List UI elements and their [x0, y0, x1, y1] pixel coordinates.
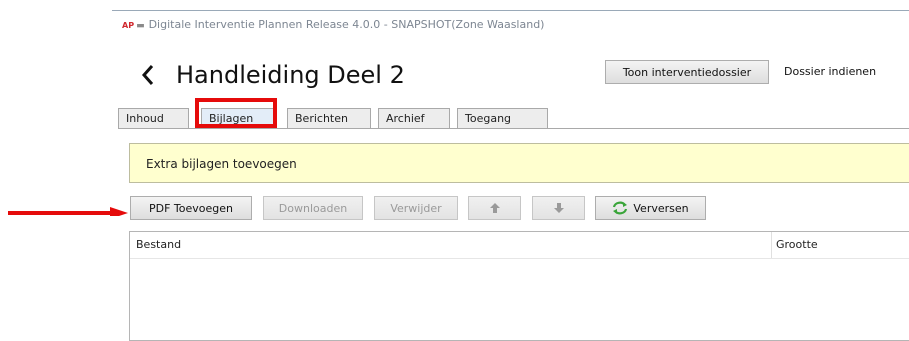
tab-label: Inhoud: [126, 112, 164, 125]
arrow-down-icon: [553, 203, 564, 213]
show-dossier-button[interactable]: Toon interventiedossier: [605, 60, 769, 84]
app-logo: AP: [122, 21, 135, 30]
window-title-text: Digitale Interventie Plannen Release 4.0…: [148, 18, 545, 31]
delete-button[interactable]: Verwijder: [374, 196, 458, 220]
tab-label: Toegang: [465, 112, 512, 125]
tab-baseline: [118, 128, 909, 129]
tab-label: Berichten: [295, 112, 348, 125]
submit-dossier-button[interactable]: Dossier indienen: [784, 65, 876, 78]
chevron-left-icon: [141, 65, 154, 85]
notice-banner: Extra bijlagen toevoegen: [129, 143, 909, 183]
page-title: Handleiding Deel 2: [176, 61, 405, 89]
column-divider: [771, 232, 772, 258]
tab-berichten[interactable]: Berichten: [287, 108, 371, 129]
refresh-icon: [612, 201, 628, 215]
move-up-button[interactable]: [468, 196, 521, 220]
annotation-arrow-icon: [8, 207, 128, 216]
tab-archief[interactable]: Archief: [378, 108, 450, 129]
column-header-grootte[interactable]: Grootte: [776, 238, 818, 251]
window-top-border: [112, 10, 909, 11]
arrow-up-icon: [489, 203, 500, 213]
refresh-label: Verversen: [633, 201, 689, 215]
notice-text: Extra bijlagen toevoegen: [146, 157, 297, 171]
window-title: AP ▬ Digitale Interventie Plannen Release …: [122, 18, 544, 31]
move-down-button[interactable]: [532, 196, 585, 220]
back-button[interactable]: [140, 60, 156, 94]
column-header-bestand[interactable]: Bestand: [136, 238, 181, 251]
tab-label: Archief: [386, 112, 425, 125]
attachments-table[interactable]: Bestand Grootte: [129, 231, 909, 341]
logo-dash: ▬: [136, 21, 145, 31]
tab-inhoud[interactable]: Inhoud: [118, 108, 189, 129]
table-header: Bestand Grootte: [130, 232, 909, 259]
refresh-button[interactable]: Verversen: [595, 196, 706, 220]
add-pdf-button[interactable]: PDF Toevoegen: [130, 196, 252, 220]
annotation-highlight-box: [195, 98, 277, 128]
tab-toegang[interactable]: Toegang: [457, 108, 548, 129]
download-button[interactable]: Downloaden: [263, 196, 363, 220]
